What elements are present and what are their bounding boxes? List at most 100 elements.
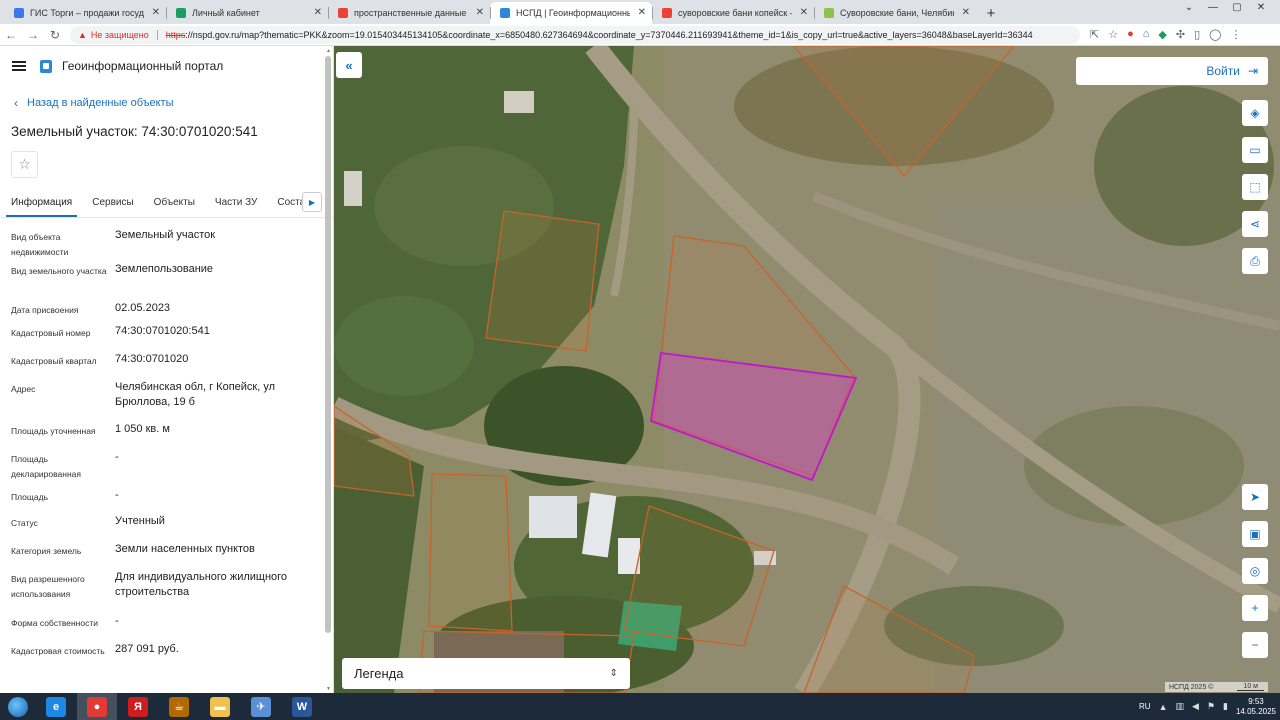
battery-icon[interactable]: ▮ [1223,701,1228,712]
window-maximize-icon[interactable]: ▢ [1226,2,1248,13]
scroll-down-arrow-icon[interactable]: ▼ [326,686,331,692]
layers-button[interactable]: ◈ [1242,100,1268,126]
browser-tab[interactable]: ГИС Торги – продажи государст ✕ [4,2,166,24]
property-label: Вид разрешенного использования [11,574,85,599]
clock-date: 14.05.2025 [1235,706,1276,716]
minimap-button[interactable]: ▣ [1242,521,1268,547]
browser-tab[interactable]: пространственные данные рос ✕ [328,2,490,24]
forward-arrow-icon[interactable]: → [22,28,44,42]
taskbar-app[interactable]: W [282,693,322,720]
profile-avatar-icon[interactable]: ◯ [1209,28,1221,41]
tab-objects[interactable]: Объекты [154,188,195,217]
cube-ext-icon[interactable]: ◆ [1158,28,1166,41]
tab-close-icon[interactable]: ✕ [638,7,646,18]
start-button[interactable] [0,693,36,720]
browser-tab[interactable]: Суворовские бани, Челябинская ✕ [814,2,976,24]
tab-title: суворовские бани копейск — Я [678,8,792,18]
zoom-out-button[interactable]: − [1242,632,1268,658]
expand-arrows-icon: ⇕ [609,668,618,679]
house-ext-icon[interactable]: ⌂ [1143,28,1150,41]
language-indicator[interactable]: RU [1139,702,1151,711]
zoom-in-button[interactable]: + [1242,595,1268,621]
tab-information[interactable]: Информация [6,188,78,217]
taskbar-app[interactable]: ☕ [159,693,199,720]
property-label: Кадастровый квартал [11,356,97,366]
property-value: - [115,451,119,463]
property-value: Земли населенных пунктов [115,543,255,555]
tab-services[interactable]: Сервисы [92,188,133,217]
puzzle-icon[interactable]: ✣ [1176,28,1185,41]
url-input[interactable]: ▲ Не защищено https ://nspd.gov.ru/map?t… [70,25,1080,44]
taskbar-app[interactable]: ▬ [200,693,240,720]
volume-icon[interactable]: ◀ [1192,701,1199,712]
tab-close-icon[interactable]: ✕ [314,7,322,18]
yandex-icon: Я [128,696,148,717]
print-icon: ⎙ [1250,253,1260,268]
scroll-up-arrow-icon[interactable]: ▲ [326,48,331,54]
window-controls: ⌄ — ▢ ✕ [1178,2,1272,13]
tab-favicon-icon [176,8,186,18]
taskbar-app[interactable]: ✈ [241,693,281,720]
url-scheme: https [165,29,186,40]
ruler-button[interactable]: ▭ [1242,137,1268,163]
address-bar: ← → ↻ ▲ Не защищено https ://nspd.gov.ru… [0,24,1280,46]
share-icon: ⋖ [1249,217,1261,231]
satellite-imagery [334,46,1280,693]
property-value: 1 050 кв. м [115,423,170,435]
taskbar-app[interactable]: e [36,693,76,720]
property-row: Кадастровая стоимость 287 091 руб. [11,642,305,659]
tab-close-icon[interactable]: ✕ [962,7,970,18]
tab-close-icon[interactable]: ✕ [476,7,484,18]
legend-dropdown[interactable]: Легенда ⇕ [342,658,630,689]
panel-scrollbar[interactable] [325,56,331,633]
tab-parts[interactable]: Части ЗУ [215,188,257,217]
reload-icon[interactable]: ↻ [44,28,66,42]
flag-icon[interactable]: ⚑ [1207,701,1215,712]
minimize-icon[interactable]: ⌄ [1178,2,1200,13]
select-area-button[interactable]: ⬚ [1242,174,1268,200]
tabs-container: ГИС Торги – продажи государст✕Личный каб… [4,2,976,24]
browser-tab[interactable]: суворовские бани копейск — Я ✕ [652,2,814,24]
network-icon[interactable]: ▥ [1175,701,1184,712]
property-row: Вид разрешенного использования Для индиви… [11,570,305,602]
yandex-ext-icon[interactable]: ● [1127,28,1134,41]
taskbar-app[interactable]: ● [77,693,117,720]
locate-button[interactable]: ➤ [1242,484,1268,510]
java-icon: ☕ [169,696,189,717]
map-view[interactable]: « Войти ⇥ ◈ ▭ ⬚ ⋖ ⎙ ➤ ▣ ◎ + − Легенда ⇕ НСПД 202… [334,46,1280,693]
taskbar-app[interactable]: Я [118,693,158,720]
share-page-icon[interactable]: ⇱ [1090,28,1099,41]
window-close-icon[interactable]: ✕ [1250,2,1272,13]
clock-time: 9:53 [1248,696,1264,706]
tab-close-icon[interactable]: ✕ [152,7,160,18]
tabs-scroll-right-button[interactable]: ▶ [302,192,322,212]
login-button[interactable]: Войти ⇥ [1076,57,1268,85]
portal-logo-icon [40,59,52,73]
back-arrow-icon[interactable]: ← [0,28,22,42]
new-tab-button[interactable]: + [980,2,1002,24]
favorite-button[interactable]: ☆ [11,151,38,178]
geolocation-button[interactable]: ◎ [1242,558,1268,584]
property-value: Землепользование [115,263,214,275]
collapse-panel-button[interactable]: « [336,52,362,78]
map-attribution: НСПД 2025 © 10 м [1164,682,1268,692]
share-button[interactable]: ⋖ [1242,211,1268,237]
back-link-label: Назад в найденные объекты [27,97,174,109]
tab-favicon-icon [500,8,510,18]
tray-arrow-icon[interactable]: ▲ [1159,702,1168,712]
browser-tab[interactable]: НСПД | Геоинформационный п ✕ [490,2,652,24]
tab-close-icon[interactable]: ✕ [800,7,808,18]
zoom-out-icon: − [1251,638,1259,652]
browser-tab[interactable]: Личный кабинет ✕ [166,2,328,24]
property-row: Вид земельного участка Землепользование [11,262,305,279]
chrome-icon: ● [87,696,107,717]
browser-menu-icon[interactable]: ⋮ [1230,28,1241,41]
bookmark-star-icon[interactable]: ☆ [1108,28,1118,41]
window-minimize-icon[interactable]: — [1202,2,1224,13]
menu-icon[interactable] [12,61,26,71]
panel-header: Геоинформационный портал [0,46,333,86]
clock[interactable]: 9:53 14.05.2025 [1236,697,1276,717]
sidebar-toggle-icon[interactable]: ▯ [1194,28,1200,41]
print-button[interactable]: ⎙ [1242,248,1268,274]
back-to-results-link[interactable]: ‹ Назад в найденные объекты [14,96,333,110]
